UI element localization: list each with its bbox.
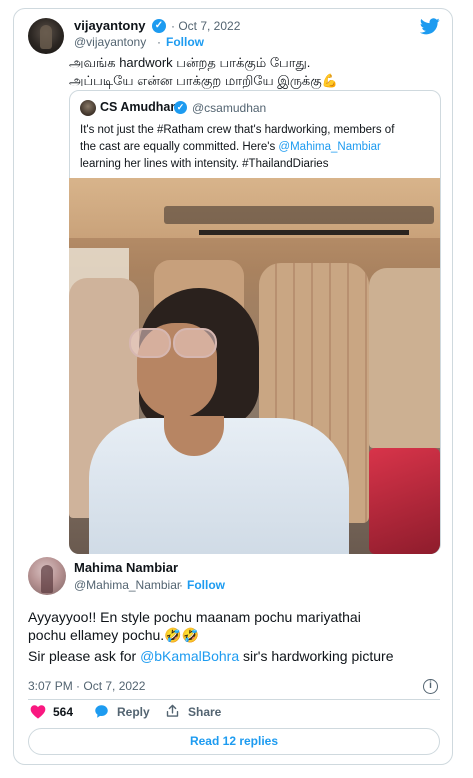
author-handle[interactable]: @vijayantony <box>74 35 146 49</box>
mention-link[interactable]: @Mahima_Nambiar <box>278 141 380 153</box>
share-icon[interactable] <box>165 703 180 719</box>
reply-author-name[interactable]: Mahima Nambiar <box>74 560 178 575</box>
follow-button[interactable]: Follow <box>166 35 204 49</box>
divider <box>28 699 440 700</box>
tweet-text-line: அப்படியே என்ன பாக்குற மாறியே இருக்கு💪 <box>69 73 338 88</box>
reply-text-line: Sir please ask for @bKamalBohra sir's ha… <box>28 646 394 666</box>
reply-text-line: pochu ellamey pochu.🤣🤣 <box>28 627 200 643</box>
author-avatar[interactable] <box>28 18 64 54</box>
mention-link[interactable]: @bKamalBohra <box>140 648 239 664</box>
reply-text-fragment: sir's hardworking picture <box>239 648 394 664</box>
quoted-text-line: learning her lines with intensity. #Thai… <box>80 158 329 170</box>
quoted-text-line: It's not just the #Ratham crew that's ha… <box>80 124 395 136</box>
twitter-bird-icon[interactable] <box>420 18 440 35</box>
separator-dot: · <box>179 578 183 592</box>
embedded-tweet-card: vijayantony ✓ · Oct 7, 2022 @vijayantony… <box>13 8 453 765</box>
follow-button[interactable]: Follow <box>187 578 225 592</box>
reply-author-avatar[interactable] <box>28 557 66 595</box>
quoted-author-handle: @csamudhan <box>192 101 267 115</box>
heart-icon[interactable] <box>30 704 46 719</box>
quoted-author-name: CS Amudhan <box>100 100 179 114</box>
quoted-author-avatar <box>80 100 96 116</box>
like-count[interactable]: 564 <box>53 705 73 719</box>
separator-dot: · <box>157 35 161 49</box>
author-name[interactable]: vijayantony <box>74 18 146 33</box>
reply-button[interactable]: Reply <box>117 705 150 719</box>
tweet-date[interactable]: · Oct 7, 2022 <box>171 19 240 33</box>
verified-badge-icon: ✓ <box>174 101 187 114</box>
info-icon[interactable]: i <box>423 679 438 694</box>
reply-text-line: Ayyayyoo!! En style pochu maanam pochu m… <box>28 609 361 625</box>
quoted-photo[interactable] <box>69 178 440 554</box>
tweet-text-line: அவங்க hardwork பன்றத பாக்கும் போது. <box>69 55 311 70</box>
speech-bubble-icon[interactable] <box>94 704 109 719</box>
reply-author-handle[interactable]: @Mahima_Nambiar <box>74 578 181 592</box>
quoted-text-fragment: the cast are equally committed. Here's <box>80 141 279 153</box>
reply-timestamp[interactable]: 3:07 PM · Oct 7, 2022 <box>28 679 145 693</box>
share-button[interactable]: Share <box>188 705 221 719</box>
reply-text-fragment: Sir please ask for <box>28 648 141 664</box>
read-replies-button[interactable]: Read 12 replies <box>28 728 440 755</box>
quoted-text-line: the cast are equally committed. Here's @… <box>80 139 381 156</box>
verified-badge-icon: ✓ <box>152 19 166 33</box>
